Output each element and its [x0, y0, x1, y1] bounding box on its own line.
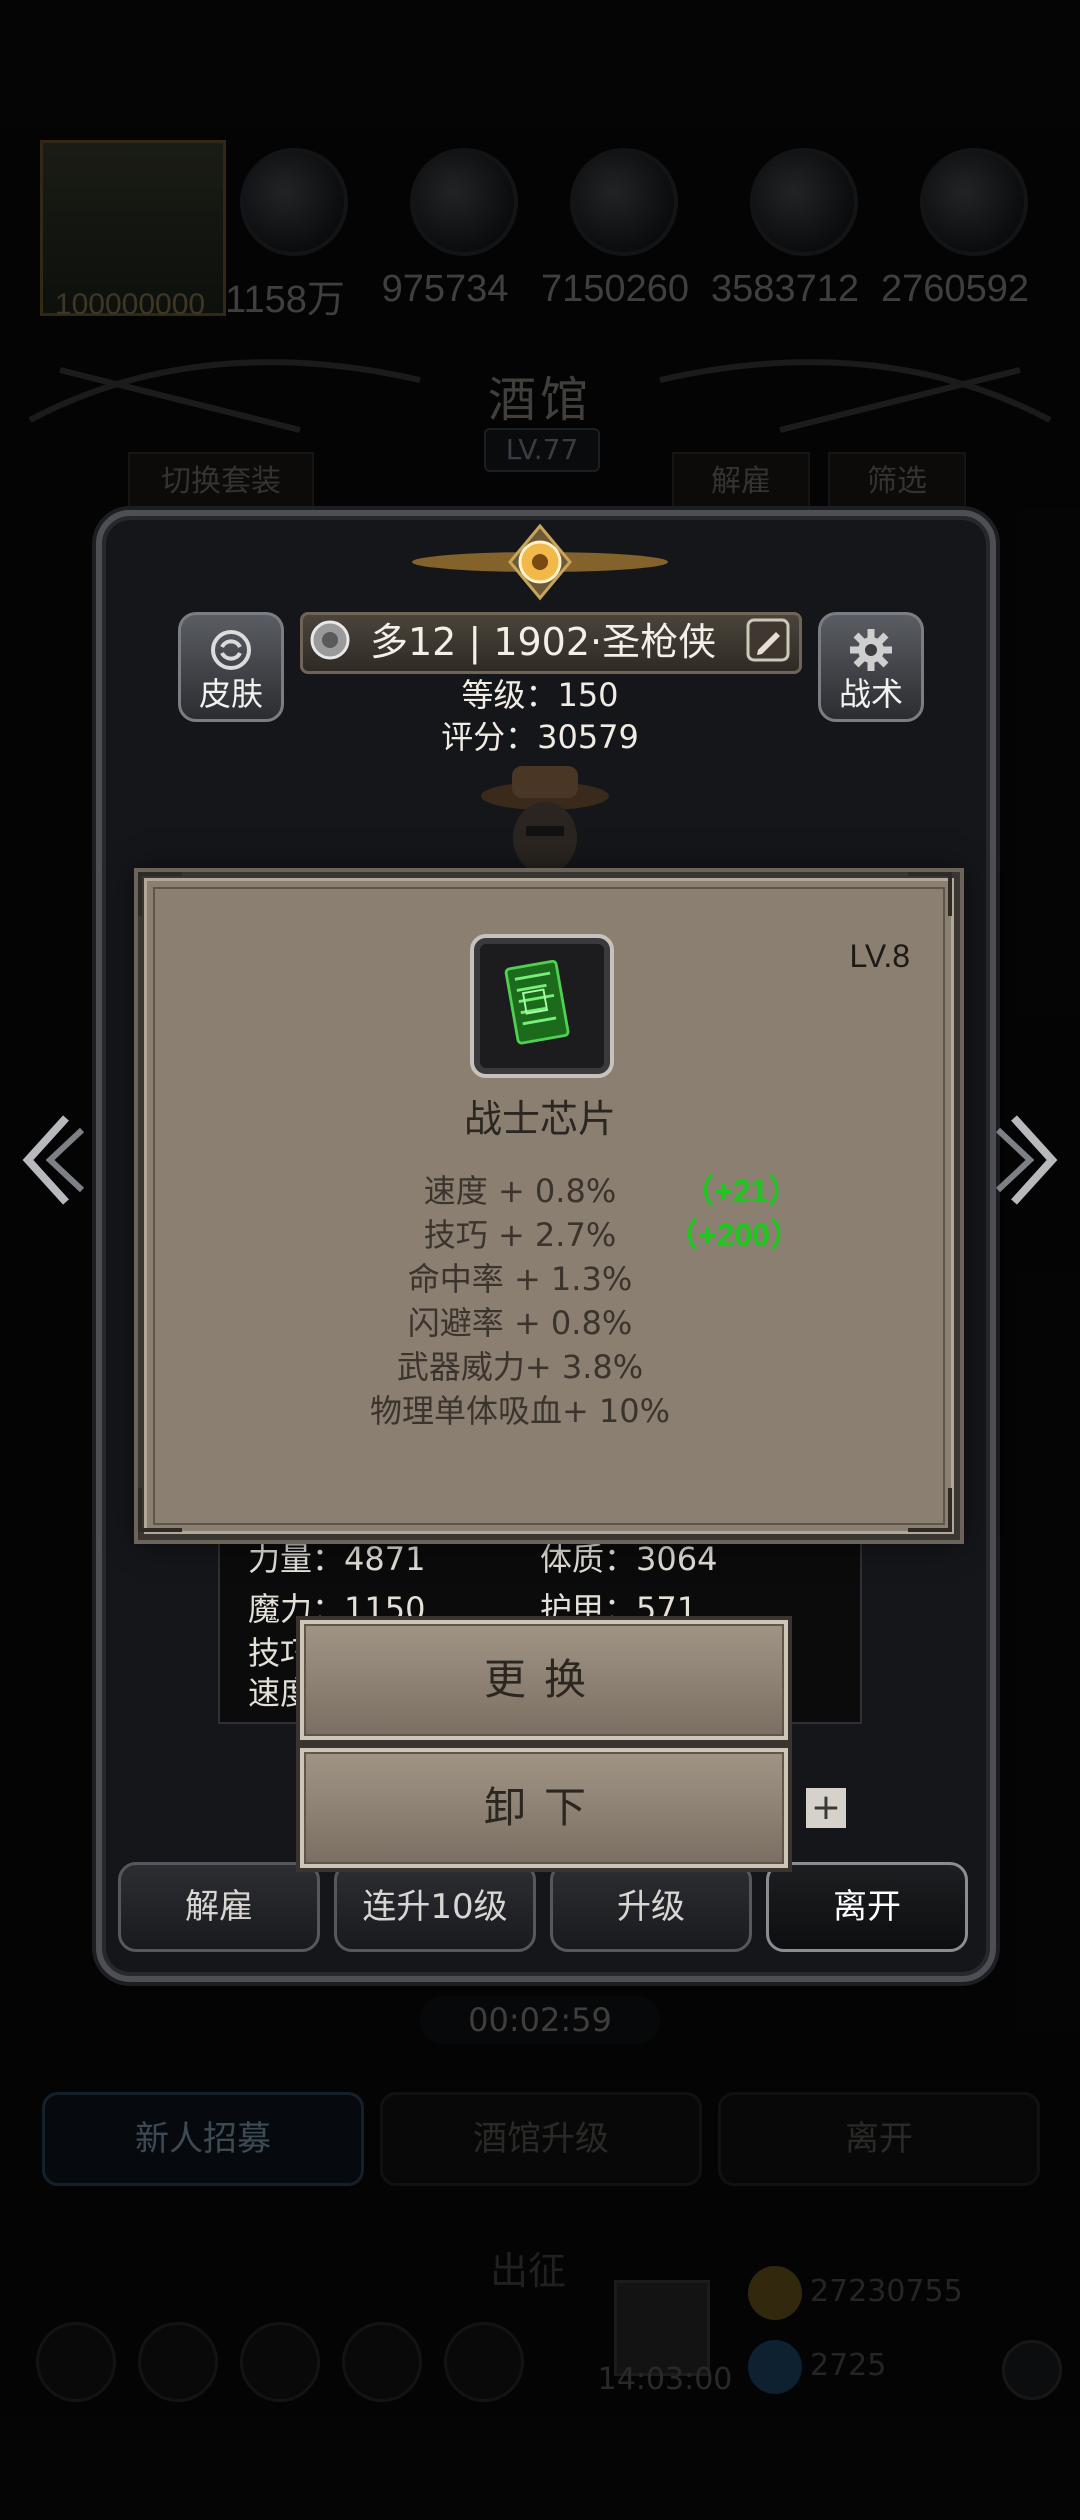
attr-lifesteal: 物理单体吸血+ 10% [369, 1392, 671, 1430]
nav-icon-5[interactable] [444, 2322, 524, 2402]
resource-value-3: 7150260 [541, 268, 689, 310]
hero-level: 等级：150 [461, 676, 619, 714]
resource-icon-4 [750, 148, 858, 256]
modal-corner-tl [138, 872, 182, 916]
skin-button[interactable]: 皮肤 [178, 612, 284, 722]
bonus-skill: （+200） [666, 1217, 803, 1253]
tactics-label: 战术 [838, 675, 903, 713]
nav-icon-4[interactable] [342, 2322, 422, 2402]
skin-swap-icon [211, 630, 251, 670]
deploy-label: 出征 [489, 2249, 566, 2293]
nav-icon-1[interactable] [36, 2322, 116, 2402]
resource-icon-1 [240, 148, 348, 256]
stat-strength: 力量：4871 [248, 1540, 426, 1578]
gold-amount: 27230755 [810, 2274, 963, 2309]
resource-icon-2 [410, 148, 518, 256]
item-level: LV.8 [849, 938, 910, 974]
tavern-filter-button[interactable]: 筛选 [828, 452, 966, 512]
resource-icon-3 [570, 148, 678, 256]
resource-value-5: 2760592 [881, 268, 1029, 310]
modal-corner-bl [138, 1488, 182, 1532]
item-name: 战士芯片 [463, 1097, 616, 1141]
level-up-button[interactable]: 升级 [550, 1862, 752, 1952]
hero-name: 多12 | 1902·圣枪侠 [370, 620, 717, 664]
gear-icon [850, 629, 892, 671]
item-slot [470, 934, 614, 1078]
add-diamond-icon[interactable] [1002, 2340, 1062, 2400]
gold-coin-icon [748, 2266, 802, 2320]
attr-hit-rate: 命中率 + 1.3% [407, 1260, 633, 1298]
nav-icon-2[interactable] [138, 2322, 218, 2402]
recruit-timer: 00:02:59 [420, 1996, 660, 2044]
tactics-button[interactable]: 战术 [818, 612, 924, 722]
unequip-button[interactable]: 卸下 [300, 1748, 788, 1868]
leave-button[interactable]: 离开 [766, 1862, 968, 1952]
resource-icon-5 [920, 148, 1028, 256]
resource-value-2: 975734 [381, 268, 509, 310]
prev-hero-arrow-icon[interactable] [16, 1110, 86, 1210]
resource-value-4: 3583712 [711, 268, 859, 310]
dismiss-hero-button[interactable]: 解雇 [118, 1862, 320, 1952]
plus-icon[interactable]: + [806, 1788, 846, 1828]
next-hero-arrow-icon[interactable] [994, 1110, 1064, 1210]
edit-icon[interactable] [744, 616, 792, 664]
diamond-icon [748, 2340, 802, 2394]
replace-button[interactable]: 更换 [300, 1620, 788, 1740]
emblem-icon [412, 523, 668, 601]
attr-weapon-power: 武器威力+ 3.8% [396, 1348, 644, 1386]
level-up-10-button[interactable]: 连升10级 [334, 1862, 536, 1952]
nav-icon-3[interactable] [240, 2322, 320, 2402]
attr-dodge-rate: 闪避率 + 0.8% [407, 1304, 633, 1342]
medal-icon [310, 620, 350, 660]
hero-sprite [481, 766, 609, 874]
tavern-dismiss-button[interactable]: 解雇 [672, 452, 810, 512]
leave-tavern-button[interactable]: 离开 [718, 2092, 1040, 2186]
tavern-upgrade-button[interactable]: 酒馆升级 [380, 2092, 702, 2186]
bonus-speed: （+21） [682, 1173, 801, 1209]
modal-corner-tr [908, 872, 952, 916]
skin-label: 皮肤 [198, 675, 263, 713]
switch-outfit-button[interactable]: 切换套装 [128, 452, 314, 512]
diamond-amount: 2725 [810, 2348, 887, 2383]
new-recruit-button[interactable]: 新人招募 [42, 2092, 364, 2186]
thorn-frame-decoration [28, 359, 1052, 433]
modal-corner-br [908, 1488, 952, 1532]
stat-constitution: 体质：3064 [540, 1540, 718, 1578]
gift-timer: 14:03:00 [597, 2362, 733, 2397]
hero-score: 评分：30579 [441, 718, 639, 756]
chip-card-icon [504, 959, 570, 1045]
